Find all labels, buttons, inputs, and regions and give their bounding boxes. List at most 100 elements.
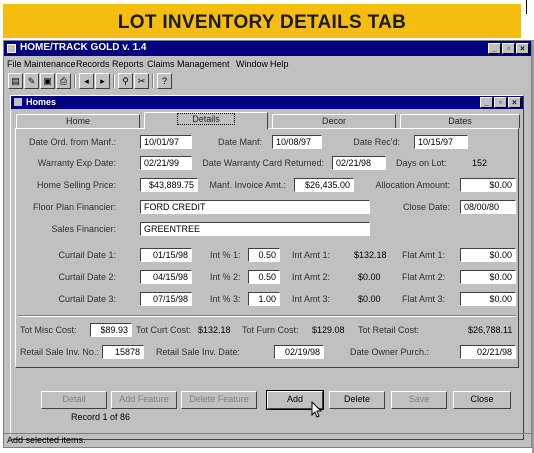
find-icon[interactable]: ⚲ — [118, 73, 133, 89]
toolbar-separator — [113, 74, 115, 88]
selling-price-label: Home Selling Price: — [36, 180, 116, 190]
menu-records[interactable]: Records — [76, 59, 110, 69]
sale-inv-date-label: Retail Sale Inv. Date: — [156, 347, 240, 357]
tot-retail-label: Tot Retail Cost: — [358, 325, 420, 335]
owner-purch-field[interactable]: 02/21/98 — [460, 345, 516, 359]
next-record-icon[interactable]: ▸ — [95, 73, 110, 89]
close-date-label: Close Date: — [402, 202, 450, 212]
tab-details[interactable]: Details — [144, 112, 268, 129]
date-manf-field[interactable]: 10/08/97 — [272, 135, 322, 149]
close-button[interactable]: × — [516, 43, 529, 54]
homes-titlebar[interactable]: Homes _ ▫ × — [11, 96, 523, 109]
sales-financier-label: Sales Financier: — [51, 224, 116, 234]
manf-invoice-label: Manf. Invoice Amt.: — [209, 180, 286, 190]
menu-management[interactable]: Management — [177, 59, 230, 69]
int-amt-3-value: $0.00 — [358, 294, 381, 304]
warranty-exp-field[interactable]: 02/21/99 — [140, 156, 192, 170]
child-close-button[interactable]: × — [508, 97, 521, 108]
menu-window[interactable]: Window — [236, 59, 268, 69]
banner-title: LOT INVENTORY DETAILS TAB — [117, 12, 407, 33]
save-disk-icon[interactable]: ▣ — [40, 73, 55, 89]
int-pct-2-field[interactable]: 0.50 — [248, 270, 280, 284]
app-title: HOME/TRACK GOLD v. 1.4 — [20, 42, 147, 53]
detail-button[interactable]: Detail — [41, 391, 107, 409]
date-manf-label: Date Manf: — [217, 137, 262, 147]
curtail-date-3-field[interactable]: 07/15/98 — [140, 292, 192, 306]
tab-decor[interactable]: Decor — [272, 114, 396, 128]
curtail-date-1-label: Curtail Date 1: — [58, 250, 116, 260]
toolbar-separator — [152, 74, 154, 88]
menu-reports[interactable]: Reports — [112, 59, 144, 69]
tot-curt-value: $132.18 — [198, 325, 231, 335]
manf-invoice-field[interactable]: $26,435.00 — [294, 178, 354, 192]
add-feature-button[interactable]: Add Feature — [111, 391, 177, 409]
homes-window: Homes _ ▫ × Home Details Decor Dates Date … — [10, 95, 524, 440]
minimize-button[interactable]: _ — [488, 43, 501, 54]
toolbar: ▤ ✎ ▣ ⎙ ◂ ▸ ⚲ ✂ ? — [6, 73, 526, 91]
delete-feature-button[interactable]: Delete Feature — [181, 391, 257, 409]
int-pct-3-field[interactable]: 1.00 — [248, 292, 280, 306]
int-pct-3-label: Int % 3: — [210, 294, 241, 304]
edit-pencil-icon[interactable]: ✎ — [24, 73, 39, 89]
tot-curt-label: Tot Curt Cost: — [136, 325, 192, 335]
menu-claims[interactable]: Claims — [147, 59, 175, 69]
menu-help[interactable]: Help — [270, 59, 289, 69]
tot-misc-field[interactable]: $89.93 — [90, 323, 132, 337]
menu-file[interactable]: File — [7, 59, 22, 69]
flat-amt-1-label: Flat Amt 1: — [402, 250, 446, 260]
tab-home[interactable]: Home — [16, 114, 140, 128]
sale-inv-date-field[interactable]: 02/19/98 — [274, 345, 324, 359]
int-amt-1-value: $132.18 — [354, 250, 387, 260]
int-amt-2-label: Int Amt 2: — [292, 272, 331, 282]
close-form-button[interactable]: Close — [453, 391, 511, 409]
maximize-button[interactable]: ▫ — [502, 43, 515, 54]
tot-furn-value: $129.08 — [312, 325, 345, 335]
child-minimize-button[interactable]: _ — [480, 97, 493, 108]
open-folder-icon[interactable]: ▤ — [8, 73, 23, 89]
tot-misc-label: Tot Misc Cost: — [20, 325, 77, 335]
date-ordered-field[interactable]: 10/01/97 — [140, 135, 192, 149]
sales-financier-field[interactable]: GREENTREE — [140, 222, 370, 236]
help-icon[interactable]: ? — [157, 73, 172, 89]
selling-price-field[interactable]: $43,889.75 — [140, 178, 198, 192]
tab-dates[interactable]: Dates — [400, 114, 520, 128]
warranty-exp-label: Warranty Exp Date: — [37, 158, 116, 168]
app-window: HOME/TRACK GOLD v. 1.4 _ ▫ × File Maintena… — [3, 40, 532, 448]
save-button[interactable]: Save — [391, 391, 447, 409]
int-pct-1-field[interactable]: 0.50 — [248, 248, 280, 262]
print-icon[interactable]: ⎙ — [56, 73, 71, 89]
previous-record-icon[interactable]: ◂ — [79, 73, 94, 89]
int-pct-1-label: Int % 1: — [210, 250, 241, 260]
sale-inv-no-field[interactable]: 15878 — [102, 345, 144, 359]
owner-purch-label: Date Owner Purch.: — [350, 347, 430, 357]
flat-amt-2-field[interactable]: $0.00 — [460, 270, 516, 284]
date-received-field[interactable]: 10/15/97 — [414, 135, 468, 149]
curtail-date-3-label: Curtail Date 3: — [58, 294, 116, 304]
int-pct-2-label: Int % 2: — [210, 272, 241, 282]
flat-amt-1-field[interactable]: $0.00 — [460, 248, 516, 262]
days-on-lot-value: 152 — [472, 158, 488, 168]
warranty-card-field[interactable]: 02/21/98 — [332, 156, 386, 170]
floor-plan-field[interactable]: FORD CREDIT — [140, 200, 370, 214]
date-ordered-label: Date Ord. from Manf.: — [28, 137, 116, 147]
close-date-field[interactable]: 08/00/80 — [460, 200, 516, 214]
warranty-card-label: Date Warranty Card Returned: — [202, 158, 324, 168]
flat-amt-2-label: Flat Amt 2: — [402, 272, 446, 282]
delete-button[interactable]: Delete — [329, 391, 385, 409]
flat-amt-3-label: Flat Amt 3: — [402, 294, 446, 304]
tot-furn-label: Tot Furn Cost: — [242, 325, 299, 335]
tools-icon[interactable]: ✂ — [134, 73, 149, 89]
status-bar: Add selected items. — [4, 433, 531, 447]
curtail-date-1-field[interactable]: 01/15/98 — [140, 248, 192, 262]
child-maximize-button[interactable]: ▫ — [494, 97, 507, 108]
header-banner: LOT INVENTORY DETAILS TAB — [3, 4, 521, 38]
flat-amt-3-field[interactable]: $0.00 — [460, 292, 516, 306]
mouse-cursor-icon — [311, 401, 323, 418]
int-amt-2-value: $0.00 — [358, 272, 381, 282]
days-on-lot-label: Days on Lot: — [396, 158, 447, 168]
allocation-field[interactable]: $0.00 — [460, 178, 516, 192]
curtail-date-2-field[interactable]: 04/15/98 — [140, 270, 192, 284]
menu-maintenance[interactable]: Maintenance — [24, 59, 76, 69]
tab-details-label: Details — [177, 113, 235, 125]
app-titlebar[interactable]: HOME/TRACK GOLD v. 1.4 _ ▫ × — [4, 41, 531, 56]
